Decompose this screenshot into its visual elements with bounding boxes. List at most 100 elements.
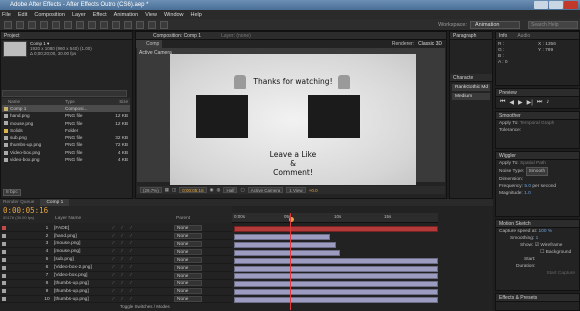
rectangle-tool-icon[interactable] (76, 20, 84, 29)
layer-label-color[interactable] (2, 249, 6, 254)
pen-tool-icon[interactable] (88, 20, 96, 29)
menu-animation[interactable]: Animation (114, 12, 138, 18)
time-ruler[interactable]: 0:00s 05s 10s 15s (232, 213, 438, 223)
current-time-display[interactable]: 0;00:05:16 (179, 187, 207, 193)
parent-dropdown[interactable]: None (174, 280, 202, 287)
layer-label-color[interactable] (2, 297, 6, 302)
prev-frame-icon[interactable]: ◀ (509, 99, 514, 106)
tab-composition[interactable]: Composition: Comp 1 (139, 32, 201, 39)
tab-preview[interactable]: Preview (496, 89, 579, 97)
layer-label-color[interactable] (2, 281, 6, 286)
puppet-tool-icon[interactable] (160, 20, 168, 29)
layer-name[interactable]: [thumbs-up.png] (51, 297, 99, 302)
parent-dropdown[interactable]: None (174, 296, 202, 303)
grid-icon[interactable]: ▦ (165, 187, 169, 193)
layer-label-color[interactable] (2, 289, 6, 294)
camera-tool-icon[interactable] (52, 20, 60, 29)
layer-name[interactable]: [thumbs-up.png] (51, 281, 99, 286)
font-style-dropdown[interactable]: Medium (452, 93, 490, 100)
smoothing-value[interactable]: 1 (536, 236, 539, 241)
layer-duration-bar[interactable] (234, 233, 330, 240)
project-tab[interactable]: Project (1, 32, 132, 40)
snapshot-icon[interactable]: ◉ (210, 187, 214, 193)
tab-layer[interactable]: Layer: (none) (221, 32, 251, 39)
wireframe-checkbox[interactable]: ☑ (535, 243, 539, 248)
type-tool-icon[interactable] (100, 20, 108, 29)
list-item[interactable]: sub.png PNG file 32 KB (2, 134, 130, 141)
frequency-value[interactable]: 5.0 (524, 184, 531, 189)
views-dropdown[interactable]: 1 View (286, 187, 306, 193)
channel-icon[interactable]: ◍ (217, 187, 221, 193)
roto-brush-tool-icon[interactable] (148, 20, 156, 29)
toggle-switches-button[interactable]: Toggle Switches / Modes (120, 304, 170, 309)
layer-duration-bar[interactable] (234, 257, 438, 264)
col-parent[interactable]: Parent (176, 216, 190, 221)
first-frame-icon[interactable]: ⏮ (500, 99, 505, 106)
parent-dropdown[interactable]: None (174, 272, 202, 279)
col-type[interactable]: Type (65, 98, 103, 105)
background-checkbox[interactable]: ☐ (540, 250, 544, 255)
layer-label-color[interactable] (2, 226, 6, 231)
minimize-button[interactable] (534, 1, 548, 9)
layer-label-color[interactable] (2, 234, 6, 239)
layer-row[interactable]: 7 [Video-box.png] ⁄ ⁄ ⁄ None (0, 272, 232, 280)
layer-row[interactable]: 10 [thumbs-up.png] ⁄ ⁄ ⁄ None (0, 296, 232, 304)
layer-switches[interactable]: ⁄ ⁄ ⁄ (113, 241, 168, 246)
bpc-button[interactable]: 8 bpc (3, 189, 21, 196)
parent-dropdown[interactable]: None (174, 288, 202, 295)
comp-canvas[interactable]: Thanks for watching! Leave a Like & Comm… (170, 54, 416, 185)
next-frame-icon[interactable]: ▶| (527, 99, 533, 106)
tab-audio[interactable]: Audio (517, 32, 530, 39)
menu-effect[interactable]: Effect (93, 12, 107, 18)
tab-paragraph[interactable]: Paragraph (450, 32, 492, 40)
project-search-input[interactable] (2, 90, 127, 97)
list-item[interactable]: video-box.png PNG file 4 KB (2, 156, 130, 163)
menu-composition[interactable]: Composition (34, 12, 65, 18)
start-capture-button[interactable]: Start Capture (496, 270, 579, 277)
maximize-button[interactable] (549, 1, 563, 9)
audio-icon[interactable]: ♪ (546, 99, 549, 106)
layer-duration-bar[interactable] (234, 226, 438, 232)
layer-switches[interactable]: ⁄ ⁄ ⁄ (113, 289, 168, 294)
renderer-value[interactable]: Classic 3D (418, 40, 446, 48)
capture-speed-value[interactable]: 100 % (538, 229, 552, 234)
menu-layer[interactable]: Layer (72, 12, 86, 18)
list-item[interactable]: Comp 1 Composi... (2, 105, 130, 113)
layer-switches[interactable]: ⁄ ⁄ ⁄ (113, 273, 168, 278)
list-item[interactable]: thumbs-up.png PNG file 72 KB (2, 141, 130, 148)
tab-motion-sketch[interactable]: Motion Sketch (496, 220, 579, 228)
exposure-value[interactable]: +0.0 (309, 188, 318, 193)
rotate-tool-icon[interactable] (40, 20, 48, 29)
smoother-apply-dropdown[interactable]: Temporal Graph (520, 121, 554, 126)
list-item[interactable]: hand.png PNG file 12 KB (2, 112, 130, 119)
layer-name[interactable]: [mouse.png] (51, 249, 99, 254)
layer-row[interactable]: 3 [mouse.png] ⁄ ⁄ ⁄ None (0, 240, 232, 249)
col-name[interactable]: Name (2, 98, 65, 105)
search-help-input[interactable]: Search Help (528, 21, 578, 29)
current-time[interactable]: 0:00:05:16 (3, 206, 48, 215)
workspace-dropdown[interactable]: Animation (470, 21, 520, 29)
layer-label-color[interactable] (2, 273, 6, 278)
zoom-tool-icon[interactable] (28, 20, 36, 29)
zoom-dropdown[interactable]: (29.7%) (140, 187, 162, 193)
parent-dropdown[interactable]: None (174, 240, 202, 247)
hand-tool-icon[interactable] (16, 20, 24, 29)
layer-switches[interactable]: ⁄ ⁄ ⁄ (113, 257, 168, 262)
camera-dropdown[interactable]: Active Camera (247, 187, 284, 193)
smoother-tolerance[interactable]: Tolerance: (496, 127, 579, 134)
noise-type-dropdown[interactable]: Smooth (525, 167, 549, 176)
brush-tool-icon[interactable] (112, 20, 120, 29)
layer-name[interactable]: [hand.png] (51, 234, 99, 239)
layer-switches[interactable]: ⁄ ⁄ ⁄ (113, 281, 168, 286)
tab-effects-presets[interactable]: Effects & Presets (496, 294, 579, 302)
selection-tool-icon[interactable] (4, 20, 12, 29)
layer-switches[interactable]: ⁄ ⁄ ⁄ (113, 297, 168, 302)
tab-comp-1[interactable]: Comp 1 (40, 199, 70, 206)
layer-label-color[interactable] (2, 257, 6, 262)
play-icon[interactable]: ▶ (518, 99, 523, 106)
layer-row[interactable]: 1 [FADE] ⁄ ⁄ ⁄ None (0, 225, 232, 233)
layer-name[interactable]: [Video-box.png] (51, 273, 99, 278)
wiggler-apply-dropdown[interactable]: Spatial Path (520, 161, 546, 166)
menu-view[interactable]: View (145, 12, 157, 18)
list-item[interactable]: Video-box.png PNG file 4 KB (2, 149, 130, 156)
